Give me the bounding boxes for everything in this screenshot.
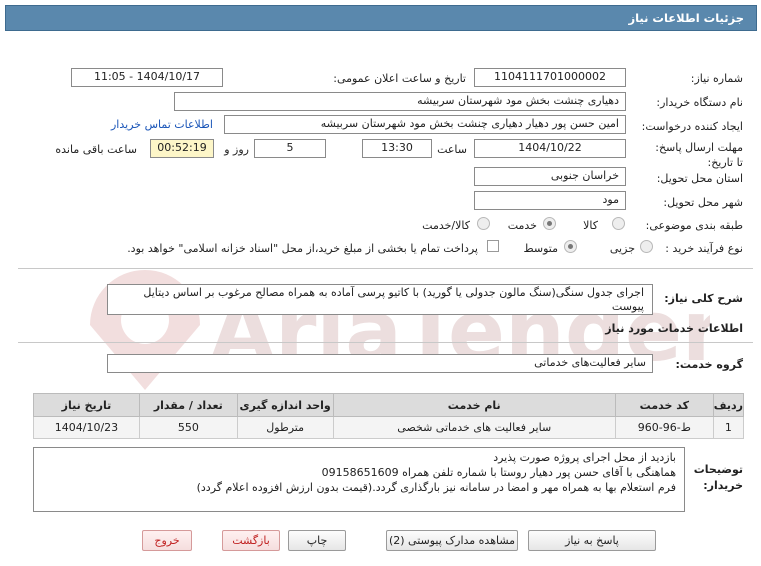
city-field: مود — [474, 191, 626, 210]
note-line: بازدید از محل اجرای پروژه صورت پذیرد — [493, 451, 676, 464]
category-option-service: خدمت — [507, 219, 537, 232]
province-label: استان محل تحویل: — [656, 172, 743, 185]
col-row-number: ردیف — [712, 393, 745, 417]
process-radio-medium[interactable] — [564, 240, 577, 253]
category-radio-service[interactable] — [543, 217, 556, 230]
process-option-minor: جزیی — [609, 242, 635, 255]
remaining-label: ساعت باقی مانده — [55, 143, 137, 156]
remaining-time-field: 00:52:19 — [150, 139, 214, 158]
deadline-date-field: 1404/10/22 — [474, 139, 626, 158]
page-title: جزئیات اطلاعات نیاز — [5, 5, 757, 31]
cell-service-code: ط-96-960 — [614, 416, 714, 439]
services-table: ردیف کد خدمت نام خدمت واحد اندازه گیری ت… — [33, 393, 745, 439]
buyer-notes-label: توضیحات خریدار: — [693, 463, 743, 492]
reply-button[interactable]: پاسخ به نیاز — [528, 530, 656, 551]
category-option-goods: کالا — [583, 219, 598, 232]
treasury-note: پرداخت تمام یا بخشی از مبلغ خرید،از محل … — [127, 242, 478, 255]
category-radio-goods-service[interactable] — [477, 217, 490, 230]
deadline-time-label: ساعت — [437, 143, 467, 156]
process-radio-minor[interactable] — [640, 240, 653, 253]
table-row: 1 ط-96-960 سایر فعالیت های خدماتی شخصی م… — [33, 416, 745, 439]
general-desc-label: شرح کلی نیاز: — [664, 292, 743, 305]
announce-datetime-field: 1404/10/17 - 11:05 — [71, 68, 223, 87]
cell-need-date: 1404/10/23 — [33, 416, 140, 439]
back-button[interactable]: بازگشت — [222, 530, 280, 551]
table-header-row: ردیف کد خدمت نام خدمت واحد اندازه گیری ت… — [33, 393, 745, 417]
process-type-label: نوع فرآیند خرید : — [665, 242, 743, 255]
buyer-notes-field: بازدید از محل اجرای پروژه صورت پذیرد هما… — [33, 447, 685, 512]
days-field: 5 — [254, 139, 326, 158]
days-label: روز و — [224, 143, 249, 156]
view-documents-button[interactable]: مشاهده مدارک پیوستی (2) — [386, 530, 518, 551]
services-info-heading: اطلاعات خدمات مورد نیاز — [605, 322, 743, 335]
note-line: فرم استعلام بها به همراه مهر و امضا در س… — [196, 481, 676, 494]
category-label: طبقه بندی موضوعی: — [645, 219, 743, 232]
category-radio-goods[interactable] — [612, 217, 625, 230]
col-need-date: تاریخ نیاز — [33, 393, 140, 417]
col-service-code: کد خدمت — [614, 393, 714, 417]
service-group-field: سایر فعالیت‌های خدماتی — [107, 354, 653, 373]
buyer-org-field: دهیاری چنشت بخش مود شهرستان سربیشه — [174, 92, 626, 111]
general-desc-field: اجرای جدول سنگی(سنگ مالون جدولی یا گورید… — [107, 284, 653, 315]
process-option-medium: متوسط — [523, 242, 558, 255]
cell-quantity: 550 — [138, 416, 238, 439]
city-label: شهر محل تحویل: — [663, 196, 743, 209]
divider — [18, 342, 753, 343]
announce-datetime-label: تاریخ و ساعت اعلان عمومی: — [333, 72, 466, 85]
col-service-name: نام خدمت — [332, 393, 616, 417]
province-field: خراسان جنوبی — [474, 167, 626, 186]
divider — [18, 268, 753, 269]
print-button[interactable]: چاپ — [288, 530, 346, 551]
deadline-label: مهلت ارسال پاسخ: تا تاریخ: — [655, 141, 743, 169]
exit-button[interactable]: خروج — [142, 530, 192, 551]
requester-label: ایجاد کننده درخواست: — [641, 120, 743, 133]
treasury-checkbox[interactable] — [487, 240, 499, 252]
col-unit: واحد اندازه گیری — [236, 393, 334, 417]
cell-service-name: سایر فعالیت های خدماتی شخصی — [332, 416, 616, 439]
deadline-time-field: 13:30 — [362, 139, 432, 158]
cell-row-number: 1 — [712, 416, 745, 439]
buyer-org-label: نام دستگاه خریدار: — [656, 96, 743, 109]
need-number-field: 1104111701000002 — [474, 68, 626, 87]
category-option-goods-service: کالا/خدمت — [422, 219, 470, 232]
requester-field: امین حسن پور دهیار دهیاری چنشت بخش مود ش… — [224, 115, 626, 134]
col-quantity: تعداد / مقدار — [138, 393, 238, 417]
buyer-contact-link[interactable]: اطلاعات تماس خریدار — [111, 118, 213, 131]
need-number-label: شماره نیاز: — [690, 72, 743, 85]
note-line: هماهنگی با آقای حسن پور دهیار روستا با ش… — [321, 466, 676, 479]
cell-unit: مترطول — [236, 416, 334, 439]
service-group-label: گروه خدمت: — [675, 358, 743, 371]
